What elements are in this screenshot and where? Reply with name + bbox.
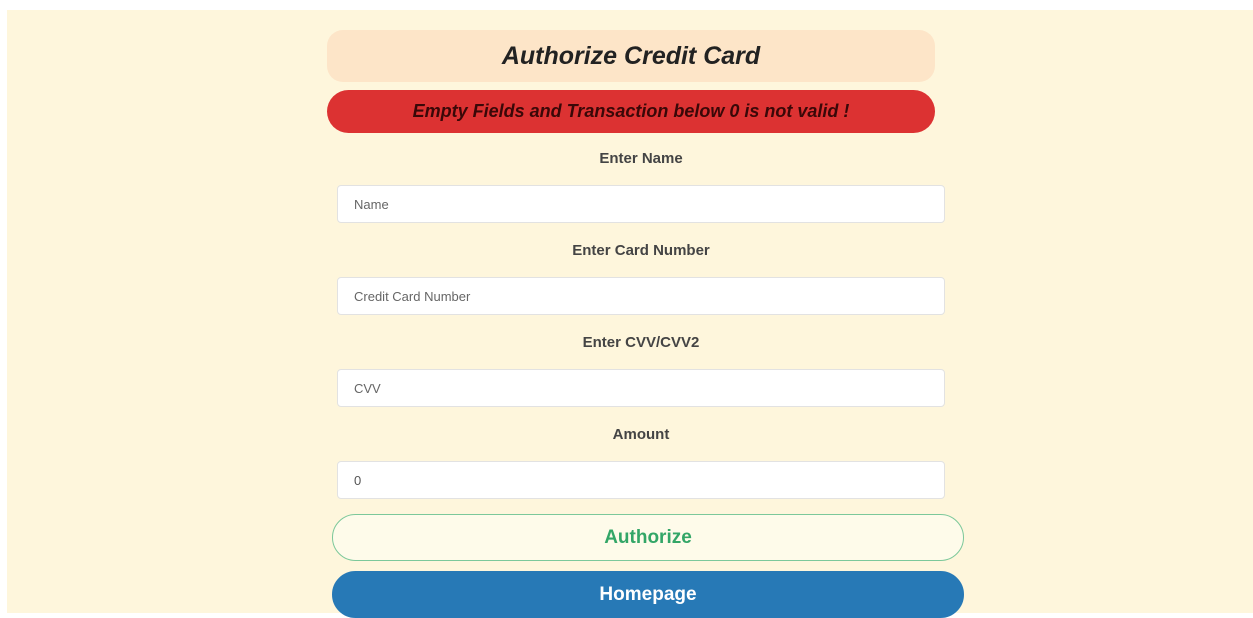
error-alert: Empty Fields and Transaction below 0 is … bbox=[327, 90, 935, 133]
authorize-button[interactable]: Authorize bbox=[332, 514, 964, 561]
card-number-input[interactable] bbox=[337, 277, 945, 315]
page-title: Authorize Credit Card bbox=[327, 30, 935, 82]
homepage-button-label: Homepage bbox=[599, 583, 697, 605]
error-alert-text: Empty Fields and Transaction below 0 is … bbox=[412, 101, 850, 121]
amount-label: Amount bbox=[612, 426, 670, 443]
authorize-button-label: Authorize bbox=[604, 526, 692, 548]
cvv-label: Enter CVV/CVV2 bbox=[582, 334, 700, 351]
amount-input[interactable] bbox=[337, 461, 945, 499]
homepage-button[interactable]: Homepage bbox=[332, 571, 964, 618]
card-number-label: Enter Card Number bbox=[572, 242, 710, 259]
name-input[interactable] bbox=[337, 185, 945, 223]
page-title-text: Authorize Credit Card bbox=[501, 41, 761, 70]
cvv-input[interactable] bbox=[337, 369, 945, 407]
name-label: Enter Name bbox=[599, 150, 683, 167]
